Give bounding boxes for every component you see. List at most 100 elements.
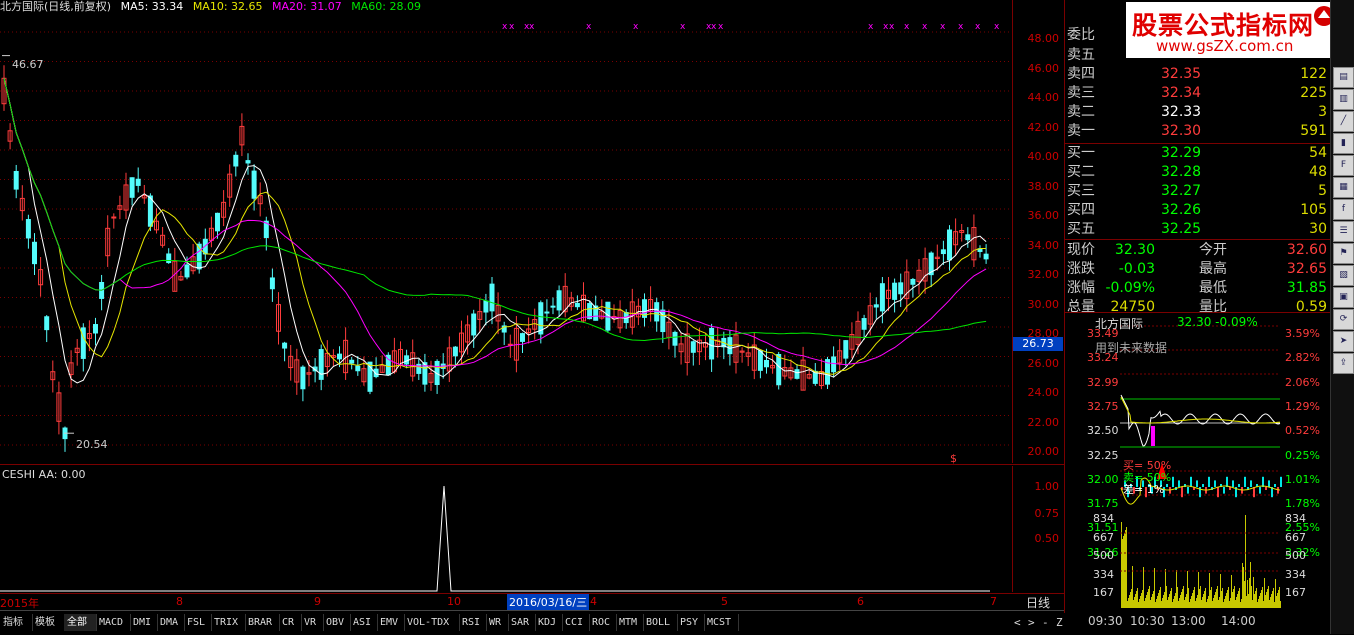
ad-icon[interactable]: ▤ [1333,67,1354,88]
list-icon[interactable]: ☰ [1333,221,1354,242]
svg-text:x: x [633,22,639,32]
bid-price: 32.25 [1161,221,1202,237]
mini-left-tick: 33.24 [1087,351,1119,365]
export-icon[interactable]: ⇪ [1333,353,1354,374]
tab-wr[interactable]: WR [486,614,509,631]
stat-value: 31.85 [1286,280,1327,296]
tab-boll[interactable]: BOLL [643,614,678,631]
ma60-label: MA60: 28.09 [351,0,421,13]
tab-emv[interactable]: EMV [377,614,405,631]
ask-volume: 3 [1318,104,1327,120]
bid-row: 买二 32.28 48 [1065,163,1331,182]
kline-canvas[interactable]: xxxxxxxxxxxxxxxxxxx [0,0,1012,463]
tab-cr[interactable]: CR [279,614,302,631]
bid-label: 买一 [1067,145,1095,161]
tab-cci[interactable]: CCI [562,614,590,631]
svg-text:x: x [994,22,1000,32]
intraday-chart[interactable]: 北方国际 32.30 -0.09% 用到未来数据 33.49 33.24 32.99 32.… [1064,312,1331,613]
tab-mtm[interactable]: MTM [616,614,644,631]
price-tick: 22.00 [1027,415,1060,429]
indicator-canvas [0,485,990,592]
price-tick: 20.00 [1027,445,1060,458]
period-label[interactable]: 日线 [1014,594,1062,610]
arrow-icon[interactable]: ➤ [1333,331,1354,352]
tab-obv[interactable]: OBV [323,614,351,631]
tab-fsl[interactable]: FSL [184,614,212,631]
ma5-label: MA5: 33.34 [120,0,184,13]
stock-title: 北方国际(日线,前复权) [0,0,112,13]
ask-row: 卖一 32.30 591 [1065,122,1331,141]
tab-psy[interactable]: PSY [677,614,705,631]
ask-label: 卖四 [1067,66,1095,82]
date-label: 6 [857,595,864,608]
refresh-icon[interactable]: ⟳ [1333,309,1354,330]
line-icon[interactable]: ╱ [1333,111,1354,132]
svg-text:x: x [975,22,981,32]
tab-dmi[interactable]: DMI [130,614,158,631]
bid-volume: 5 [1318,183,1327,199]
price-tick: 34.00 [1027,238,1060,252]
kline-chart[interactable]: xxxxxxxxxxxxxxxxxxx [0,0,1012,463]
price-tick: 40.00 [1027,150,1060,163]
stat-value: 32.65 [1286,261,1327,277]
mini-left-tick: 32.99 [1087,375,1119,389]
stat-value: -0.09% [1105,280,1155,296]
stat-label: 今开 [1199,242,1227,258]
date-axis: 2015年 8 9 10 2016/03/16/三 4 5 6 7 [0,594,1012,610]
tab-nav-button[interactable]: - [1040,614,1052,631]
mini-left-tick: 32.50 [1087,424,1119,438]
tab-dma[interactable]: DMA [157,614,185,631]
tab-vr[interactable]: VR [301,614,324,631]
tab-asi[interactable]: ASI [350,614,378,631]
tab-mcst[interactable]: MCST [704,614,739,631]
ask-label: 卖二 [1067,104,1095,120]
grid-icon[interactable]: ▦ [1333,177,1354,198]
tab-trix[interactable]: TRIX [211,614,246,631]
mini-vol-tick: 834 [1285,512,1306,525]
indicator-chart[interactable] [0,466,1012,592]
tab-brar[interactable]: BRAR [245,614,280,631]
tab-nav-button[interactable]: < [1012,614,1024,631]
indicator-title: CESHI AA: 0.00 [2,468,86,481]
tab-sar[interactable]: SAR [508,614,536,631]
svg-text:x: x [958,22,964,32]
tab-nav-button[interactable]: > [1026,614,1038,631]
mini-vol-tick: 167 [1093,586,1114,600]
svg-text:x: x [586,22,592,32]
date-label: 10 [447,595,461,608]
mini-vol-tick: 500 [1285,549,1306,563]
tab-rsi[interactable]: RSI [459,614,487,631]
svg-text:x: x [904,22,910,32]
tab-kdj[interactable]: KDJ [535,614,563,631]
report-icon[interactable]: ▣ [1333,287,1354,308]
tab-指标[interactable]: 指标 [0,614,33,631]
mini-vol-tick: 334 [1093,567,1114,581]
mini-right-tick: 2.06% [1285,375,1320,389]
date-label: 8 [176,595,183,608]
tab-全部[interactable]: 全部 [64,614,97,631]
tab-vol-tdx[interactable]: VOL-TDX [404,614,460,631]
tab-roc[interactable]: ROC [589,614,617,631]
chart2-icon[interactable]: ▧ [1333,265,1354,286]
f-icon[interactable]: f [1333,199,1354,220]
tab-模板[interactable]: 模板 [32,614,65,631]
ask-price: 32.35 [1161,66,1202,82]
bar-icon[interactable]: ▮ [1333,133,1354,154]
chart-icon[interactable]: ▥ [1333,89,1354,110]
mini-left-tick: 32.00 [1087,472,1119,486]
f10-icon[interactable]: F [1333,155,1354,176]
ask-price: 32.34 [1161,85,1202,101]
mini-right-tick: 1.78% [1285,497,1320,511]
ask-volume: 591 [1300,123,1327,139]
high-price-label: 46.67 [12,58,44,71]
price-tick: 48.00 [1027,32,1060,45]
price-tick: 46.00 [1027,61,1060,75]
sub-tick: 0.75 [1034,507,1060,520]
mini-vol-tick: 167 [1285,586,1306,600]
ask-price: 32.30 [1161,123,1202,139]
stat-label: 涨跌 [1067,261,1095,277]
main-header: 北方国际(日线,前复权) MA5: 33.34 MA10: 32.65 MA20… [0,0,427,14]
flag-icon[interactable]: ⚑ [1333,243,1354,264]
tab-macd[interactable]: MACD [96,614,131,631]
price-tick: 36.00 [1027,209,1060,222]
